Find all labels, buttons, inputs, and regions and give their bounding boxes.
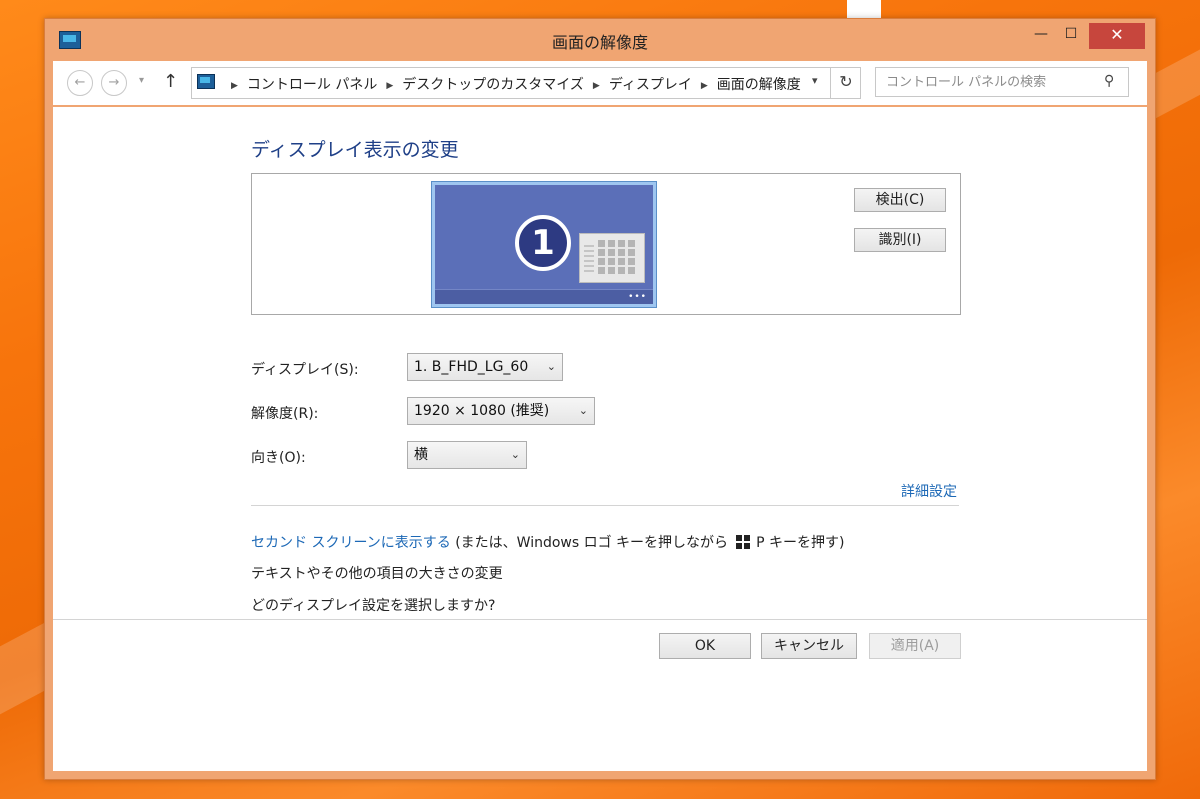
breadcrumb-separator-icon[interactable]: ▶: [593, 81, 600, 91]
search-input[interactable]: [884, 72, 1098, 92]
recent-locations-chevron-icon[interactable]: ▾: [139, 75, 144, 86]
monitor-arrangement-panel: 1 ••• 検出(C) 識別(I): [251, 173, 961, 315]
display-label: ディスプレイ(S):: [251, 362, 359, 378]
up-arrow-icon[interactable]: ↑: [163, 71, 178, 92]
orientation-select[interactable]: 横 ⌄: [407, 441, 527, 469]
windows-logo-icon: [736, 535, 751, 549]
resolution-select[interactable]: 1920 × 1080 (推奨) ⌄: [407, 397, 595, 425]
second-screen-hint-b: P キーを押す): [756, 535, 845, 551]
title-bar[interactable]: 画面の解像度 — ☐ ✕: [45, 19, 1155, 61]
which-display-settings-link[interactable]: どのディスプレイ設定を選択しますか?: [251, 595, 495, 615]
breadcrumb-desktop-customization[interactable]: デスクトップのカスタマイズ: [402, 77, 584, 93]
breadcrumb-screen-resolution[interactable]: 画面の解像度: [717, 77, 801, 93]
breadcrumb-separator-icon[interactable]: ▶: [231, 81, 238, 91]
apply-button[interactable]: 適用(A): [869, 633, 961, 659]
address-dropdown-chevron-icon[interactable]: ▾: [812, 74, 818, 87]
control-panel-icon: [197, 74, 215, 89]
cancel-button[interactable]: キャンセル: [761, 633, 857, 659]
second-screen-hint-a: (または、Windows ロゴ キーを押しながら: [455, 535, 729, 551]
detect-button[interactable]: 検出(C): [854, 188, 946, 212]
breadcrumb-display[interactable]: ディスプレイ: [609, 77, 692, 93]
display-settings-icon: [579, 233, 645, 283]
second-screen-row: セカンド スクリーンに表示する (または、Windows ロゴ キーを押しながら…: [251, 532, 844, 552]
screen-resolution-window: 画面の解像度 — ☐ ✕ ← → ▾ ↑ ▶ コントロール パネル ▶ デスクトップの…: [44, 18, 1156, 780]
orientation-label: 向き(O):: [251, 450, 306, 466]
breadcrumb: ▶ コントロール パネル ▶ デスクトップのカスタマイズ ▶ ディスプレイ ▶ 画面の解像度: [222, 74, 801, 94]
refresh-icon[interactable]: ↻: [830, 68, 861, 98]
chevron-down-icon: ⌄: [578, 404, 588, 417]
monitor-taskbar: •••: [435, 289, 653, 304]
footer-divider: [53, 619, 1147, 620]
display-select[interactable]: 1. B_FHD_LG_60 ⌄: [407, 353, 563, 381]
display-select-value: 1. B_FHD_LG_60: [414, 359, 529, 375]
resolution-select-value: 1920 × 1080 (推奨): [414, 403, 550, 419]
window-title: 画面の解像度: [551, 33, 648, 52]
advanced-settings-link[interactable]: 詳細設定: [901, 481, 957, 501]
search-box: ⚲: [875, 67, 1129, 97]
breadcrumb-separator-icon[interactable]: ▶: [386, 81, 393, 91]
address-bar[interactable]: ▶ コントロール パネル ▶ デスクトップのカスタマイズ ▶ ディスプレイ ▶ 画面の解像度 …: [191, 67, 861, 99]
identify-button[interactable]: 識別(I): [854, 228, 946, 252]
text-size-link[interactable]: テキストやその他の項目の大きさの変更: [251, 563, 503, 583]
chevron-down-icon: ⌄: [546, 360, 556, 373]
close-button[interactable]: ✕: [1089, 23, 1145, 49]
desktop-window-edge: [847, 0, 881, 20]
second-screen-link[interactable]: セカンド スクリーンに表示する: [251, 535, 451, 551]
ok-button[interactable]: OK: [659, 633, 751, 659]
back-arrow-icon[interactable]: ←: [67, 70, 93, 96]
resolution-label: 解像度(R):: [251, 406, 319, 422]
main-content: ディスプレイ表示の変更 1 ••• 検出(C) 識別(I) ディスプレイ(S):…: [53, 107, 1147, 771]
page-title: ディスプレイ表示の変更: [251, 139, 459, 161]
breadcrumb-separator-icon[interactable]: ▶: [701, 81, 708, 91]
navigation-bar: ← → ▾ ↑ ▶ コントロール パネル ▶ デスクトップのカスタマイズ ▶ ディスプレイ…: [53, 61, 1147, 105]
forward-arrow-icon[interactable]: →: [101, 70, 127, 96]
chevron-down-icon: ⌄: [510, 448, 520, 461]
monitor-number-badge: 1: [515, 215, 571, 271]
orientation-select-value: 横: [414, 447, 428, 463]
search-icon[interactable]: ⚲: [1104, 73, 1114, 89]
monitor-1-thumbnail[interactable]: 1 •••: [432, 182, 656, 307]
monitor-dots: •••: [628, 292, 647, 302]
section-divider: [251, 505, 959, 506]
maximize-button[interactable]: ☐: [1053, 23, 1089, 49]
breadcrumb-control-panel[interactable]: コントロール パネル: [247, 77, 377, 93]
